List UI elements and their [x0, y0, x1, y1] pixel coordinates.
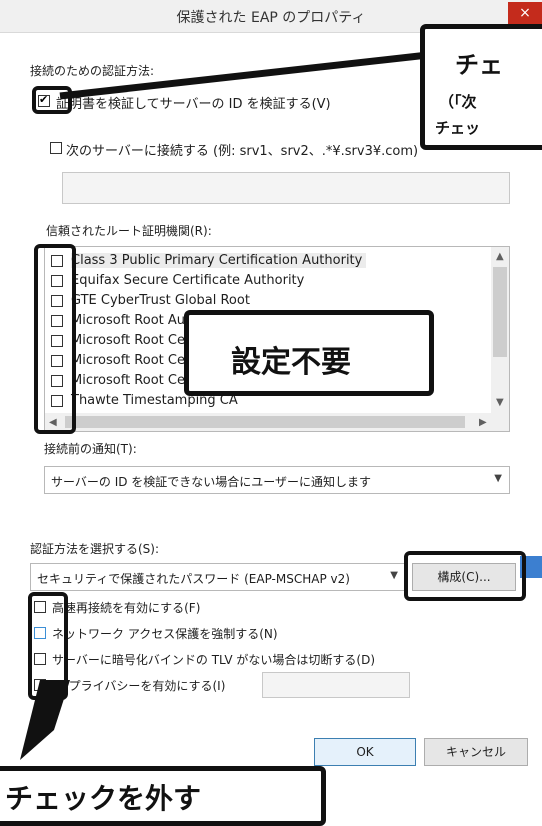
middle-callout: 設定不要 [184, 310, 434, 396]
top-callout: チェ （「次 チェッ [420, 24, 542, 150]
bottom-callout: チェックを外す [0, 766, 326, 826]
bottom-callout-text: チェックを外す [5, 782, 202, 815]
configure-highlight [404, 551, 526, 601]
roots-list-highlight [34, 244, 76, 434]
top-callout-line1: （「次 [439, 93, 477, 111]
verify-cert-highlight [32, 86, 72, 114]
options-highlight [28, 592, 68, 700]
top-callout-title: チェ [455, 51, 503, 79]
top-callout-pointer [59, 51, 429, 100]
top-callout-line2: チェッ [435, 119, 481, 137]
middle-callout-text: 設定不要 [231, 345, 351, 380]
